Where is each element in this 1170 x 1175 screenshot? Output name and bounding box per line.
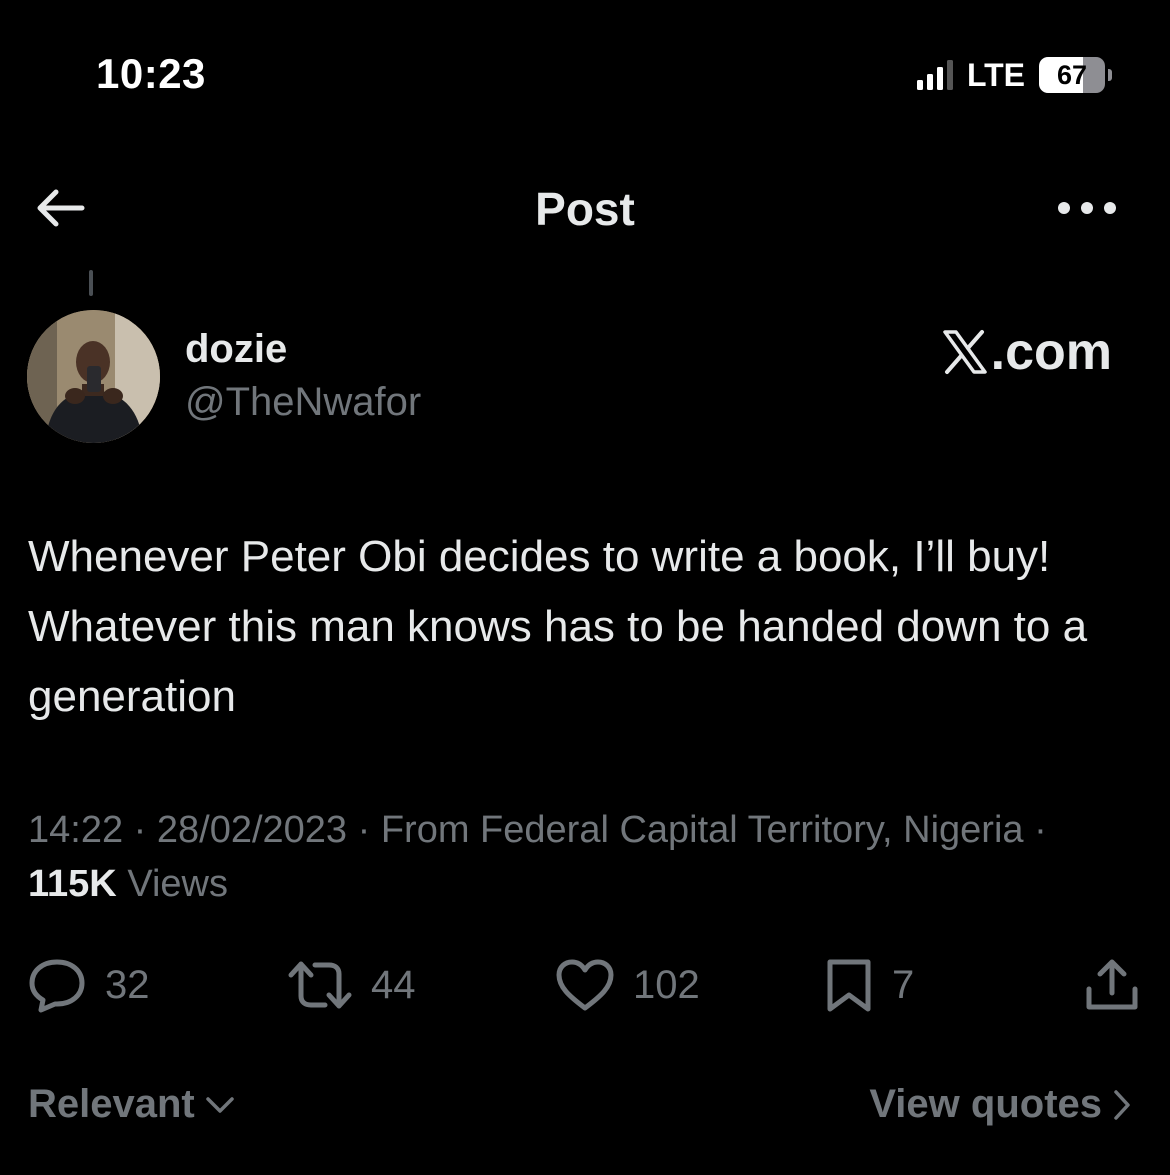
reply-sort-dropdown[interactable]: Relevant <box>28 1082 235 1127</box>
sort-label: Relevant <box>28 1082 195 1126</box>
brand-watermark: .com <box>941 322 1112 382</box>
post-screen: 10:23 LTE 67 Post dozie @TheNwafor .com … <box>0 0 1170 1175</box>
author-handle[interactable]: @TheNwafor <box>185 380 421 425</box>
post-location: From Federal Capital Territory, Nigeria <box>380 809 1024 851</box>
views-count: 115K <box>28 863 117 905</box>
reply-count: 32 <box>105 962 150 1007</box>
signal-strength-icon <box>916 60 953 90</box>
reply-button[interactable]: 32 <box>27 952 150 1018</box>
more-options-button[interactable] <box>1054 193 1120 223</box>
action-bar: 32 44 102 7 <box>0 952 1170 1018</box>
views-label: Views <box>127 863 228 905</box>
post-time[interactable]: 14:22 <box>28 809 123 851</box>
meta-separator: · <box>1034 809 1047 851</box>
meta-separator: · <box>357 809 371 851</box>
battery-percent: 67 <box>1056 59 1088 90</box>
post-date[interactable]: 28/02/2023 <box>157 809 347 851</box>
bookmark-count: 7 <box>892 962 915 1007</box>
repost-icon <box>288 961 352 1009</box>
like-count: 102 <box>633 962 700 1007</box>
avatar-photo <box>27 310 160 443</box>
quotes-label: View quotes <box>869 1082 1102 1126</box>
brand-text: .com <box>990 323 1112 381</box>
more-horizontal-icon <box>1058 202 1116 214</box>
heart-icon <box>556 959 614 1011</box>
page-title: Post <box>535 183 635 235</box>
meta-separator: · <box>133 809 147 851</box>
battery-icon: 67 <box>1039 57 1105 93</box>
chevron-down-icon <box>206 1096 234 1113</box>
chevron-right-icon <box>1114 1089 1130 1120</box>
bookmark-button[interactable]: 7 <box>824 952 914 1018</box>
post-text: Whenever Peter Obi decides to write a bo… <box>28 532 1088 721</box>
battery-cap <box>1108 69 1112 81</box>
avatar[interactable] <box>27 310 160 443</box>
view-quotes-link[interactable]: View quotes <box>869 1082 1132 1127</box>
status-indicators: LTE 67 <box>916 56 1112 94</box>
repost-count: 44 <box>371 962 416 1007</box>
reply-icon <box>29 959 85 1013</box>
status-time: 10:23 <box>96 50 206 97</box>
author-name[interactable]: dozie <box>185 327 287 372</box>
x-logo-icon <box>942 330 987 374</box>
thread-connector <box>89 270 93 296</box>
post-meta: 14:22 · 28/02/2023 · From Federal Capita… <box>28 803 1138 911</box>
bookmark-icon <box>827 959 871 1012</box>
network-type: LTE <box>966 56 1025 93</box>
share-icon <box>1086 959 1138 1010</box>
like-button[interactable]: 102 <box>555 952 700 1018</box>
share-button[interactable] <box>1084 952 1140 1018</box>
repost-button[interactable]: 44 <box>287 952 416 1018</box>
